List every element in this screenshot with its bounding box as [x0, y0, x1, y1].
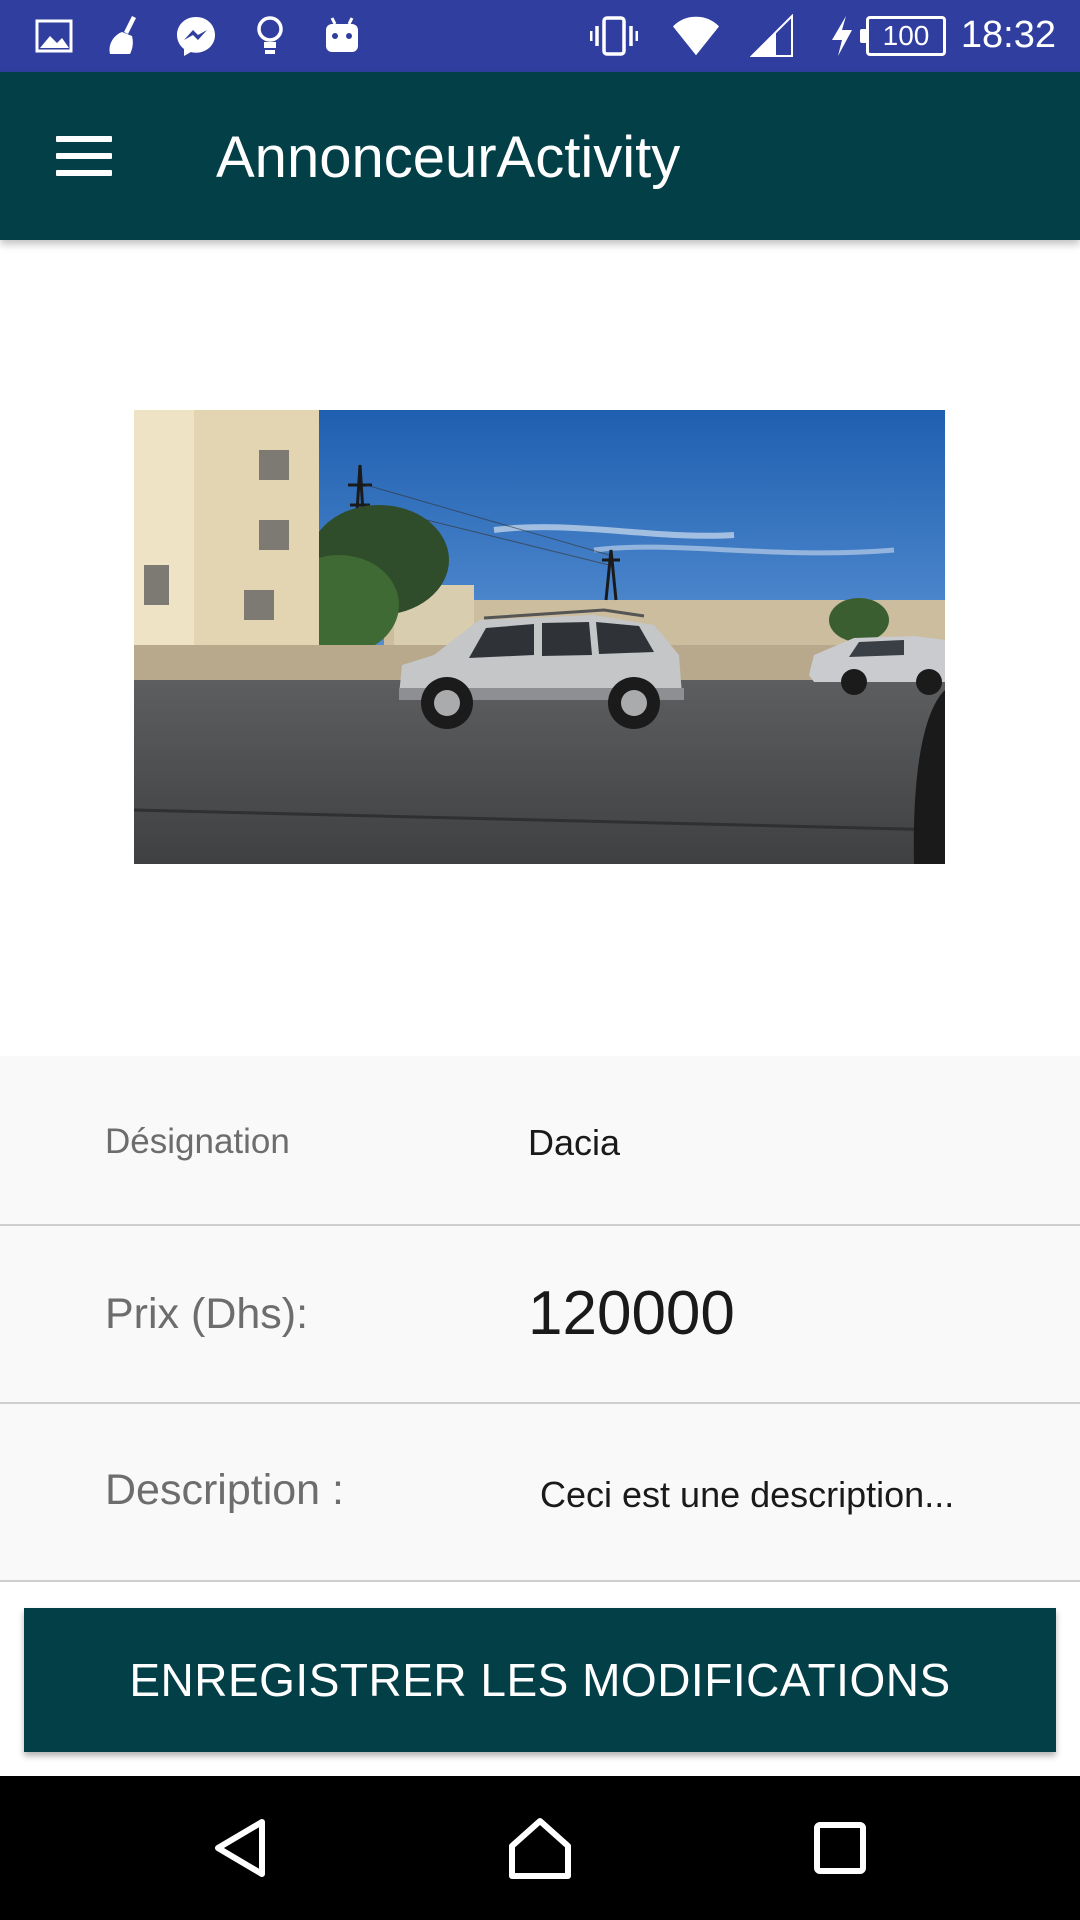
designation-row: Désignation Dacia: [0, 1056, 1080, 1226]
price-row: Prix (Dhs): 120000: [0, 1226, 1080, 1404]
messenger-icon: [172, 12, 220, 60]
designation-field[interactable]: Dacia: [528, 1122, 620, 1164]
hamburger-menu-icon[interactable]: [40, 116, 128, 196]
back-icon[interactable]: [192, 1800, 288, 1896]
listing-details: Désignation Dacia Prix (Dhs): 120000 Des…: [0, 1056, 1080, 1582]
navigation-bar: [0, 1776, 1080, 1920]
price-field[interactable]: 120000: [528, 1278, 735, 1349]
home-icon[interactable]: [492, 1800, 588, 1896]
cleaner-icon: [100, 12, 148, 60]
description-field[interactable]: Ceci est une description...: [540, 1474, 954, 1516]
description-row: Description : Ceci est une description..…: [0, 1404, 1080, 1582]
android-icon: [318, 12, 366, 60]
gallery-icon: [30, 12, 78, 60]
recents-icon[interactable]: [792, 1800, 888, 1896]
status-time: 18:32: [960, 14, 1056, 56]
designation-label: Désignation: [105, 1122, 290, 1161]
vibrate-icon: [590, 12, 638, 60]
status-bar: 100 18:32: [0, 0, 1080, 72]
lightbulb-icon: [246, 12, 294, 60]
description-label: Description :: [105, 1466, 344, 1514]
wifi-icon: [672, 12, 720, 60]
app-bar: AnnonceurActivity: [0, 72, 1080, 240]
battery-icon: 100: [860, 16, 946, 56]
car-photo: [134, 410, 945, 864]
save-changes-button[interactable]: ENREGISTRER LES MODIFICATIONS: [24, 1608, 1056, 1752]
page-title: AnnonceurActivity: [216, 125, 681, 190]
price-label: Prix (Dhs):: [105, 1290, 309, 1338]
battery-level: 100: [882, 20, 930, 51]
charging-icon: [820, 12, 864, 60]
cell-signal-icon: [748, 12, 796, 60]
